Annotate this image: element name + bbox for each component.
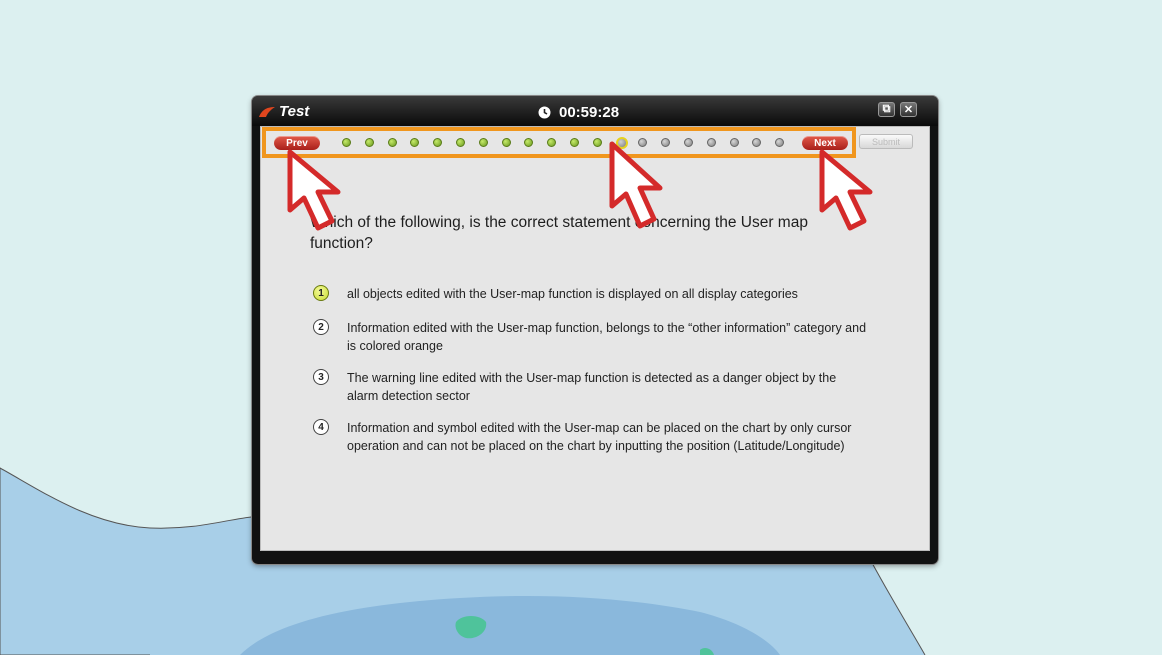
question-dot-18[interactable] <box>729 138 739 147</box>
question-dot-4[interactable] <box>410 138 420 147</box>
app-title: Test <box>258 103 309 120</box>
choice-1[interactable]: 1 all objects edited with the User-map f… <box>313 285 873 303</box>
choice-number-badge[interactable]: 1 <box>313 285 329 301</box>
pointer-arrow-icon-prev <box>287 149 341 231</box>
choice-text: Information and symbol edited with the U… <box>347 421 852 453</box>
submit-button[interactable]: Submit <box>859 134 913 149</box>
choice-number-badge[interactable]: 3 <box>313 369 329 385</box>
question-dot-1[interactable] <box>342 138 351 147</box>
question-dot-8[interactable] <box>501 138 511 147</box>
choice-text: Information edited with the User-map fun… <box>347 321 867 353</box>
flame-logo-icon <box>259 106 275 117</box>
restore-window-button[interactable]: ⧉ <box>878 102 895 117</box>
close-window-button[interactable]: ✕ <box>900 102 917 117</box>
question-dot-17[interactable] <box>706 138 716 147</box>
pointer-arrow-icon-current <box>609 141 663 229</box>
title-bar: Test 00:59:28 ⧉ ✕ <box>252 96 938 126</box>
choice-number-badge[interactable]: 2 <box>313 319 329 335</box>
question-dot-11[interactable] <box>570 138 579 147</box>
choice-text: all objects edited with the User-map fun… <box>347 287 798 301</box>
question-dot-7[interactable] <box>478 138 488 147</box>
clock-icon <box>538 106 551 119</box>
countdown-timer: 00:59:28 <box>538 104 619 121</box>
choice-text: The warning line edited with the User-ma… <box>347 371 837 403</box>
question-dot-19[interactable] <box>752 138 762 147</box>
question-dot-2[interactable] <box>364 138 374 147</box>
question-dot-12[interactable] <box>592 138 602 147</box>
pointer-arrow-icon-next <box>819 149 873 231</box>
close-icon: ✕ <box>903 104 914 116</box>
question-dot-6[interactable] <box>456 138 465 147</box>
question-dot-10[interactable] <box>547 138 557 147</box>
question-progress-dots <box>342 137 785 149</box>
choice-number-badge[interactable]: 4 <box>313 419 329 435</box>
restore-icon: ⧉ <box>882 103 891 115</box>
question-dot-5[interactable] <box>433 138 443 147</box>
choice-2[interactable]: 2 Information edited with the User-map f… <box>313 319 873 355</box>
app-title-text: Test <box>279 103 310 120</box>
question-text: Which of the following, is the correct s… <box>310 214 808 252</box>
question-dot-3[interactable] <box>387 138 397 147</box>
choice-3[interactable]: 3 The warning line edited with the User-… <box>313 369 873 405</box>
choice-4[interactable]: 4 Information and symbol edited with the… <box>313 419 873 455</box>
question-dot-9[interactable] <box>524 138 534 147</box>
timer-text: 00:59:28 <box>559 104 620 121</box>
question-dot-16[interactable] <box>684 138 693 147</box>
